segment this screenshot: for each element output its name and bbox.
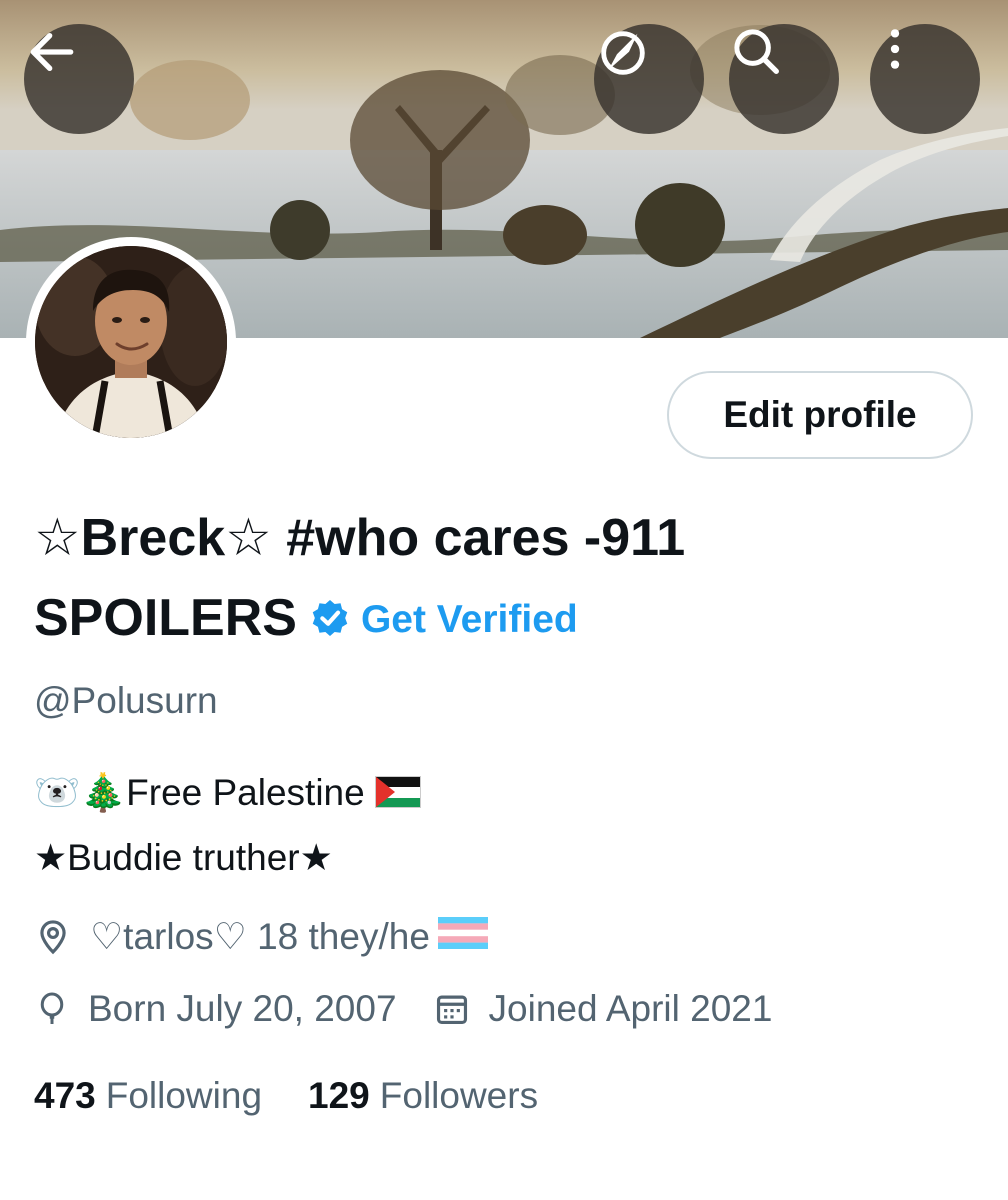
transgender-flag-icon xyxy=(437,916,488,958)
bio-line-1: 🐻‍❄️🎄Free Palestine xyxy=(34,762,421,827)
search-button[interactable] xyxy=(729,24,839,134)
balloon-icon xyxy=(34,990,70,1028)
more-vertical-icon xyxy=(890,29,900,69)
verified-badge-icon xyxy=(307,584,353,664)
birth-date: Born July 20, 2007 xyxy=(88,988,397,1029)
calendar-icon xyxy=(433,990,471,1028)
discover-button[interactable] xyxy=(594,24,704,134)
followers-link[interactable]: 129 Followers xyxy=(308,1075,538,1117)
profile-bio: 🐻‍❄️🎄Free Palestine ★Buddie truther★ xyxy=(34,762,421,889)
palestine-flag-icon xyxy=(374,765,421,827)
followers-count: 129 xyxy=(308,1075,370,1116)
bio-line-1-text: Free Palestine xyxy=(126,772,365,813)
display-name-line2-text: SPOILERS xyxy=(34,589,297,647)
display-name: ☆Breck☆ #who cares -911 SPOILERS Get Veri… xyxy=(34,498,934,664)
display-name-line2: SPOILERS Get Verified xyxy=(34,578,934,664)
compass-icon xyxy=(601,31,645,75)
profile-avatar[interactable] xyxy=(26,237,236,447)
following-link[interactable]: 473 Following xyxy=(34,1075,262,1117)
more-options-button[interactable] xyxy=(870,24,980,134)
location-pin-icon xyxy=(34,918,72,956)
bio-emoji: 🐻‍❄️🎄 xyxy=(34,771,127,814)
location-text: ♡tarlos♡ 18 they/he xyxy=(90,916,430,957)
profile-handle: @Polusurn xyxy=(34,680,218,721)
display-name-line1: ☆Breck☆ #who cares -911 xyxy=(34,509,686,567)
profile-dates: Born July 20, 2007 Joined April 2021 xyxy=(34,988,772,1030)
get-verified-link[interactable]: Get Verified xyxy=(361,598,578,641)
profile-stats: 473 Following 129 Followers xyxy=(34,1075,584,1117)
search-icon xyxy=(734,29,779,74)
avatar-photo xyxy=(35,246,227,438)
edit-profile-button[interactable]: Edit profile xyxy=(667,371,973,459)
followers-label: Followers xyxy=(379,1075,539,1116)
arrow-left-icon xyxy=(30,32,74,72)
following-label: Following xyxy=(105,1075,263,1116)
bio-line-2: ★Buddie truther★ xyxy=(34,837,333,878)
following-count: 473 xyxy=(34,1075,96,1116)
back-button[interactable] xyxy=(24,24,134,134)
profile-location: ♡tarlos♡ 18 they/he xyxy=(34,915,488,958)
joined-date: Joined April 2021 xyxy=(488,988,773,1029)
